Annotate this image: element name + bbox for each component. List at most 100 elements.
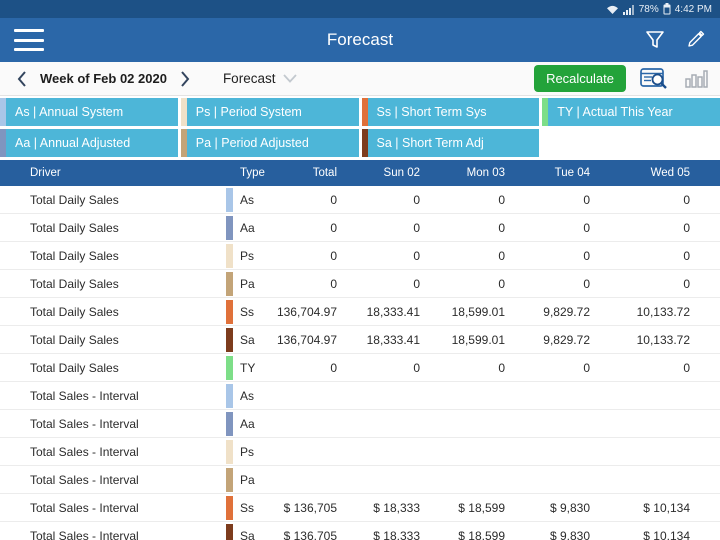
table-row[interactable]: Total Daily Sales Sa 136,704.97 18,333.41 18… — [0, 326, 720, 354]
cell-value: 0 — [583, 276, 590, 291]
app-window: 78% 4:42 PM Forecast Week of Feb 02 2020… — [0, 0, 720, 540]
col-header-mon: Mon 03 — [466, 167, 505, 179]
table-row[interactable]: Total Daily Sales Aa 0 0 0 0 0 — [0, 214, 720, 242]
cell-value: 0 — [498, 276, 505, 291]
cell-value: $ 18,333 — [373, 528, 420, 540]
chevron-down-icon — [283, 74, 298, 83]
cell-type: Aa — [240, 416, 255, 431]
cell-value: 136,704.97 — [276, 332, 337, 347]
cell-value: $ 9,830 — [549, 500, 590, 515]
table-row[interactable]: Total Sales - Interval Sa $ 136,705 $ 18,33… — [0, 522, 720, 540]
legend-chip-label: Aa | Annual Adjusted — [15, 136, 131, 150]
cell-value: 0 — [583, 220, 590, 235]
edit-button[interactable] — [682, 27, 708, 53]
cell-value: 0 — [413, 276, 420, 291]
prev-week-button[interactable] — [10, 68, 34, 90]
legend-chip-ty[interactable]: TY | Actual This Year — [542, 98, 720, 126]
battery-percent: 78% — [638, 3, 659, 15]
wifi-icon — [606, 5, 618, 14]
type-color-bar — [226, 438, 233, 465]
cell-driver: Total Sales - Interval — [30, 472, 139, 487]
view-selector[interactable]: Forecast — [223, 71, 298, 86]
cell-value: 10,133.72 — [636, 332, 690, 347]
chevron-right-icon — [181, 70, 190, 87]
table-row[interactable]: Total Sales - Interval Pa — [0, 466, 720, 494]
table-row[interactable]: Total Daily Sales TY 0 0 0 0 0 — [0, 354, 720, 382]
cell-value: $ 136,705 — [283, 528, 337, 540]
col-header-driver: Driver — [30, 167, 61, 179]
cell-value: $ 18,599 — [458, 528, 505, 540]
cell-value: $ 10,134 — [643, 528, 690, 540]
legend-chip-as[interactable]: As | Annual System — [0, 98, 178, 126]
type-color-bar — [226, 326, 233, 353]
legend-chip-sa[interactable]: Sa | Short Term Adj — [361, 129, 540, 157]
cell-type: Pa — [240, 276, 255, 291]
cell-value: 0 — [498, 360, 505, 375]
cell-value: 136,704.97 — [276, 304, 337, 319]
table-row[interactable]: Total Sales - Interval Ps — [0, 438, 720, 466]
table-row[interactable]: Total Sales - Interval As — [0, 382, 720, 410]
cell-driver: Total Daily Sales — [30, 360, 119, 375]
table-row[interactable]: Total Daily Sales Ss 136,704.97 18,333.41 18… — [0, 298, 720, 326]
next-week-button[interactable] — [173, 68, 197, 90]
cell-driver: Total Sales - Interval — [30, 500, 139, 515]
col-header-accent-spacer — [226, 160, 233, 186]
type-color-bar — [226, 382, 233, 409]
cell-driver: Total Daily Sales — [30, 192, 119, 207]
cell-value: 0 — [683, 360, 690, 375]
cell-type: Sa — [240, 528, 255, 540]
cell-value: 0 — [330, 220, 337, 235]
cell-value: 10,133.72 — [636, 304, 690, 319]
table-row[interactable]: Total Sales - Interval Aa — [0, 410, 720, 438]
cell-driver: Total Sales - Interval — [30, 528, 139, 540]
cell-driver: Total Sales - Interval — [30, 388, 139, 403]
chevron-left-icon — [17, 70, 26, 87]
report-search-button[interactable] — [638, 66, 670, 92]
cell-type: Ps — [240, 444, 255, 459]
cell-value: 0 — [330, 248, 337, 263]
chart-view-button[interactable] — [682, 66, 710, 91]
type-color-bar — [226, 242, 233, 269]
cell-value: 0 — [583, 248, 590, 263]
cell-value: 0 — [683, 220, 690, 235]
cell-value: $ 136,705 — [283, 500, 337, 515]
table-row[interactable]: Total Daily Sales As 0 0 0 0 0 — [0, 186, 720, 214]
legend-chip-label: Ss | Short Term Sys — [376, 105, 487, 119]
cell-value: $ 9,830 — [549, 528, 590, 540]
cell-value: 18,599.01 — [451, 304, 505, 319]
status-bar: 78% 4:42 PM — [0, 0, 720, 18]
col-header-type: Type — [240, 167, 265, 179]
table-row[interactable]: Total Daily Sales Pa 0 0 0 0 0 — [0, 270, 720, 298]
week-label: Week of Feb 02 2020 — [40, 71, 167, 86]
cell-driver: Total Daily Sales — [30, 332, 119, 347]
cell-value: $ 18,599 — [458, 500, 505, 515]
legend-chip-label: TY | Actual This Year — [557, 105, 673, 119]
toolbar-actions: Recalculate — [534, 65, 710, 92]
cell-type: TY — [240, 360, 256, 375]
legend-chip-aa[interactable]: Aa | Annual Adjusted — [0, 129, 178, 157]
header-actions — [642, 27, 708, 53]
table-row[interactable]: Total Daily Sales Ps 0 0 0 0 0 — [0, 242, 720, 270]
legend-chip-ps[interactable]: Ps | Period System — [180, 98, 359, 126]
type-color-bar — [226, 466, 233, 493]
filter-button[interactable] — [642, 27, 668, 53]
col-header-wed: Wed 05 — [650, 167, 690, 179]
cell-value: 0 — [330, 360, 337, 375]
type-color-bar — [226, 298, 233, 325]
cell-value: 0 — [683, 192, 690, 207]
recalculate-button[interactable]: Recalculate — [534, 65, 626, 92]
cell-driver: Total Sales - Interval — [30, 416, 139, 431]
cell-value: 18,333.41 — [366, 332, 420, 347]
cell-value: 0 — [583, 360, 590, 375]
table-row[interactable]: Total Sales - Interval Ss $ 136,705 $ 18,33… — [0, 494, 720, 522]
clock: 4:42 PM — [674, 3, 712, 15]
cell-type: Pa — [240, 472, 255, 487]
cell-driver: Total Daily Sales — [30, 248, 119, 263]
cell-driver: Total Sales - Interval — [30, 444, 139, 459]
type-color-bar — [226, 522, 233, 540]
legend-chip-pa[interactable]: Pa | Period Adjusted — [180, 129, 359, 157]
cell-value: 0 — [413, 248, 420, 263]
cell-value: 0 — [330, 276, 337, 291]
menu-button[interactable] — [12, 26, 46, 54]
legend-chip-ss[interactable]: Ss | Short Term Sys — [361, 98, 540, 126]
